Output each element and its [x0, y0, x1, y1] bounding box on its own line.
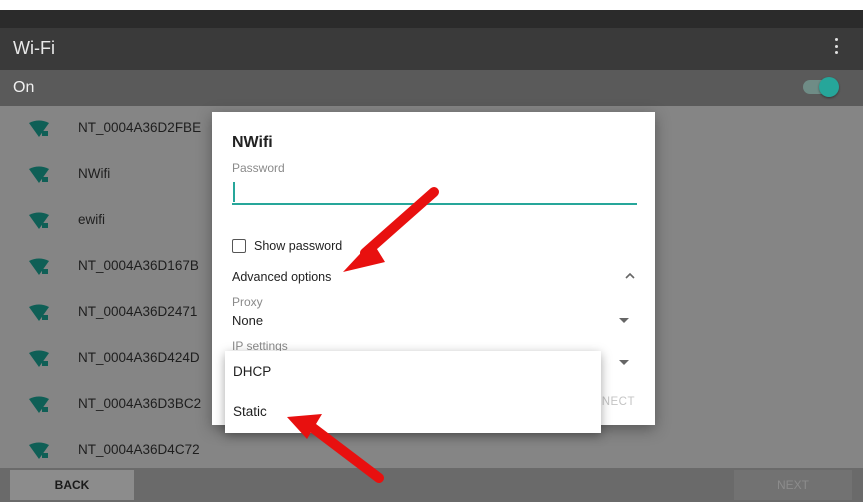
page-title: Wi-Fi	[13, 38, 55, 58]
dropdown-option-dhcp[interactable]: DHCP	[233, 364, 271, 379]
next-button[interactable]: NEXT	[734, 470, 852, 500]
wifi-lock-icon	[29, 120, 49, 137]
dropdown-arrow-icon[interactable]	[619, 360, 629, 365]
connect-button[interactable]: NECT	[602, 396, 635, 408]
password-label: Password	[232, 161, 285, 175]
proxy-label: Proxy	[232, 295, 263, 309]
network-name: NT_0004A36D4C72	[78, 442, 200, 457]
wifi-lock-icon	[29, 212, 49, 229]
dialog-title: NWifi	[232, 134, 273, 151]
password-input[interactable]	[232, 181, 637, 205]
wifi-lock-icon	[29, 166, 49, 183]
network-name: NT_0004A36D3BC2	[78, 396, 202, 411]
more-vert-icon[interactable]	[835, 38, 839, 54]
top-margin	[0, 0, 863, 10]
wifi-lock-icon	[29, 350, 49, 367]
chevron-up-icon[interactable]	[623, 269, 637, 283]
ip-settings-dropdown: DHCP Static	[225, 351, 601, 433]
toggle-knob	[819, 77, 839, 97]
back-button[interactable]: BACK	[10, 470, 134, 500]
network-name: NT_0004A36D167B	[78, 258, 199, 273]
network-name: NT_0004A36D2471	[78, 304, 198, 319]
wifi-toggle-switch[interactable]	[803, 77, 839, 97]
network-name: NT_0004A36D2FBE	[78, 120, 202, 135]
dropdown-option-static[interactable]: Static	[233, 404, 267, 419]
wifi-lock-icon	[29, 396, 49, 413]
text-caret	[233, 182, 235, 202]
status-strip	[0, 10, 863, 28]
advanced-options-toggle[interactable]: Advanced options	[232, 270, 331, 284]
show-password-checkbox[interactable]: Show password	[232, 239, 342, 253]
wifi-toggle-label: On	[13, 79, 35, 96]
proxy-select[interactable]: None	[232, 313, 263, 328]
checkbox-box[interactable]	[232, 239, 246, 253]
show-password-label: Show password	[254, 239, 343, 253]
network-name: ewifi	[78, 212, 106, 227]
dropdown-arrow-icon[interactable]	[619, 318, 629, 323]
wifi-lock-icon	[29, 258, 49, 275]
network-name: NWifi	[78, 166, 111, 181]
wifi-toggle-bar[interactable]	[0, 70, 863, 106]
network-name: NT_0004A36D424D	[78, 350, 200, 365]
wifi-lock-icon	[29, 304, 49, 321]
wifi-lock-icon	[29, 442, 49, 459]
